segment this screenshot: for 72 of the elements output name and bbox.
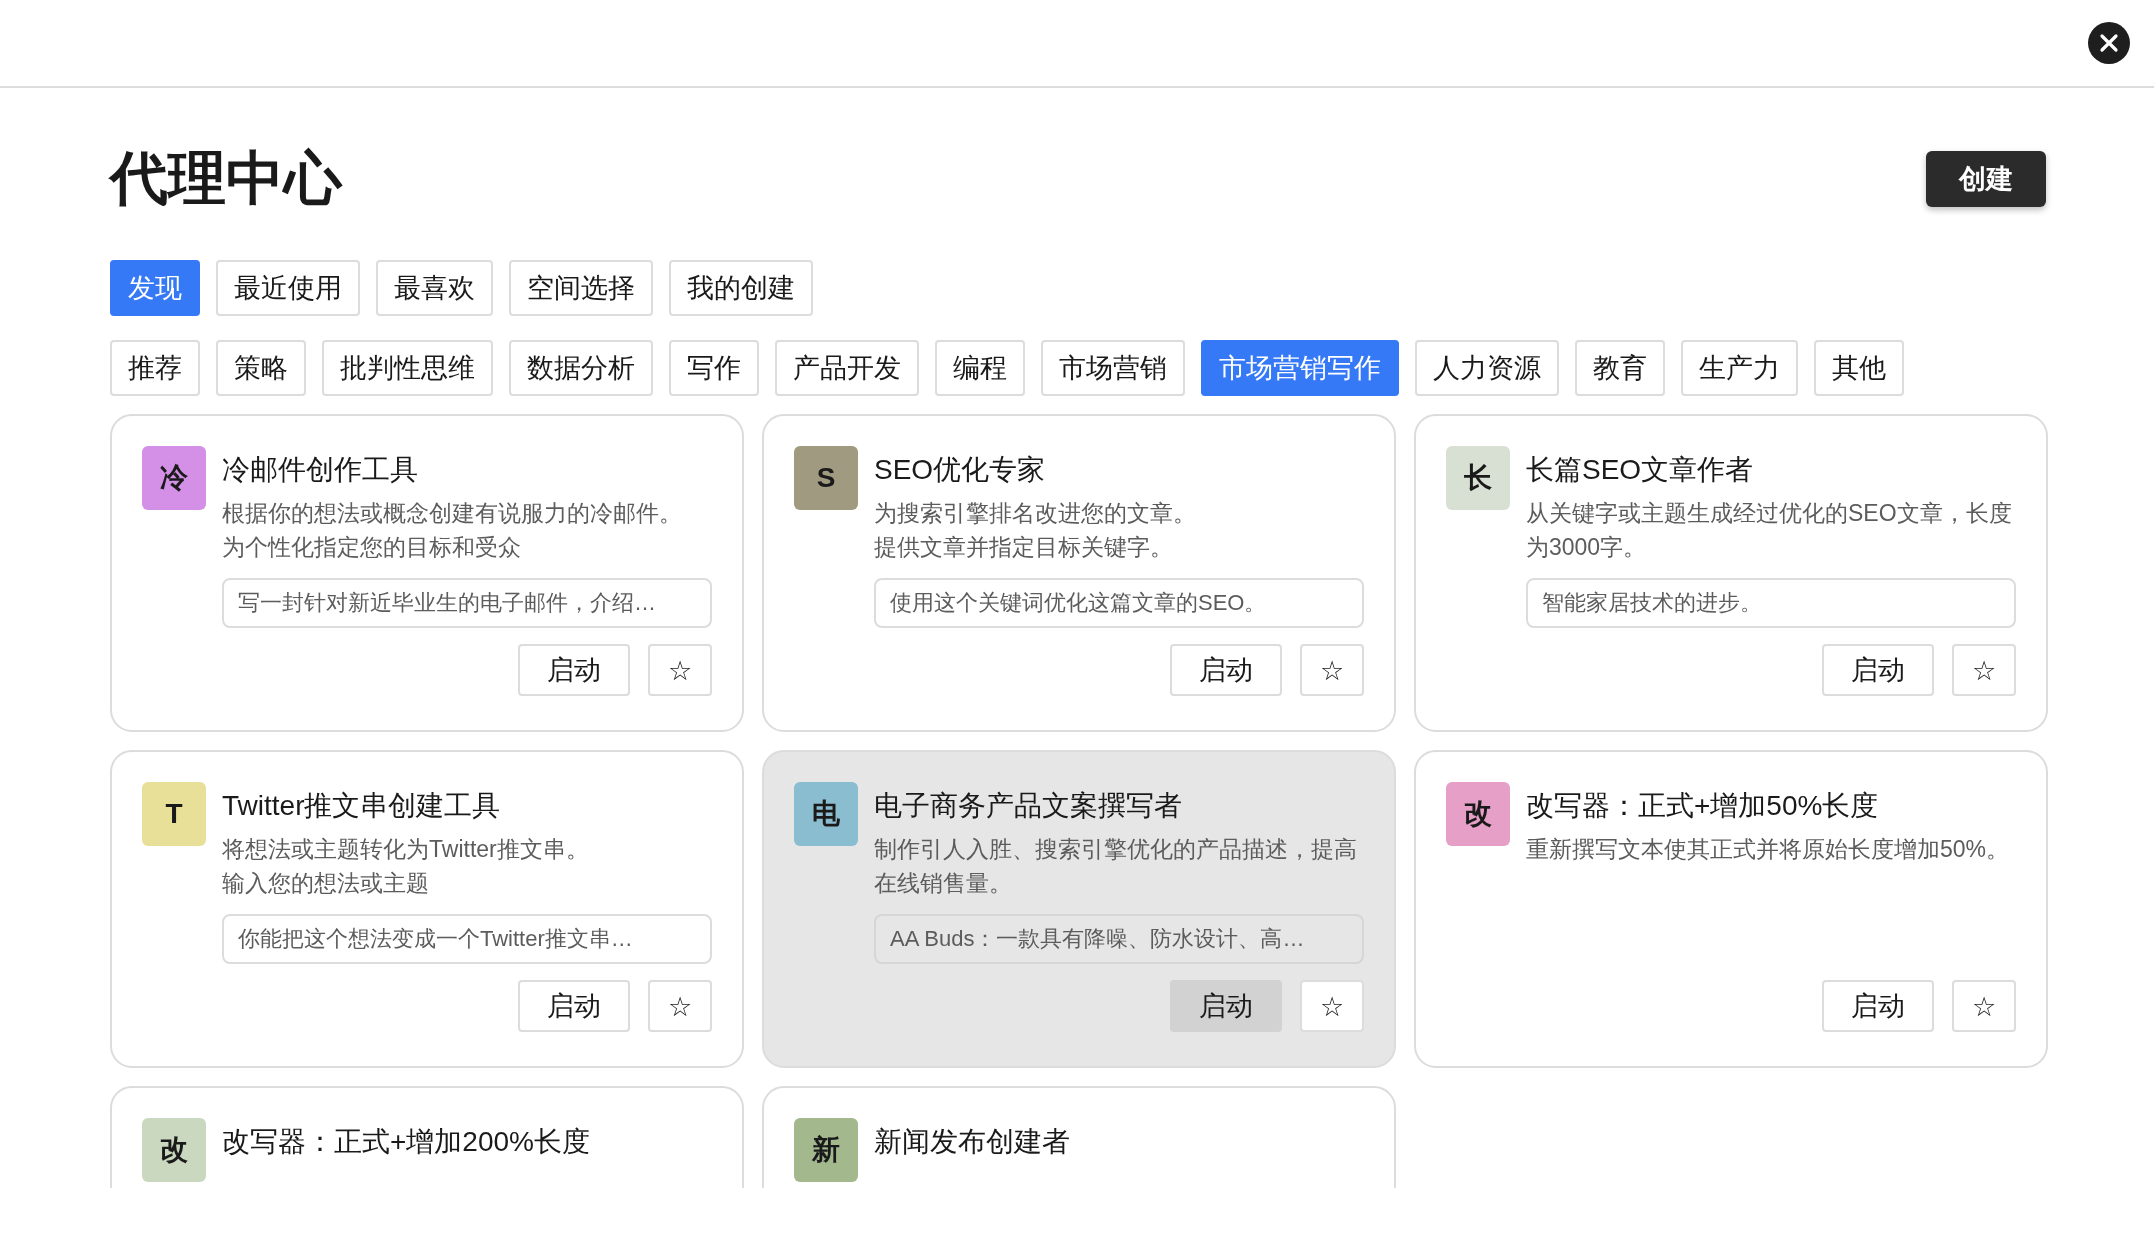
start-button[interactable]: 启动	[1170, 980, 1282, 1032]
agent-avatar: 改	[142, 1118, 206, 1182]
agent-title: SEO优化专家	[874, 453, 1047, 487]
agent-title: 电子商务产品文案撰写者	[874, 789, 1183, 823]
agent-description: 提供文章并指定目标关键字。	[874, 533, 1174, 562]
agent-title: 改写器：正式+增加200%长度	[222, 1125, 591, 1159]
agent-avatar: 电	[794, 782, 858, 846]
category-tab[interactable]: 生产力	[1681, 340, 1798, 396]
agent-title: 长篇SEO文章作者	[1526, 453, 1755, 487]
agent-avatar: 长	[1446, 446, 1510, 510]
category-tab[interactable]: 策略	[216, 340, 306, 396]
agent-description: 将想法或主题转化为Twitter推文串。	[222, 835, 590, 864]
agent-card[interactable]: 冷 冷邮件创作工具 根据你的想法或概念创建有说服力的冷邮件。 为个性化指定您的目标和受众 写一封针对新近毕业生的电子邮件，介绍… 启动 ☆	[110, 414, 744, 732]
agent-title: 改写器：正式+增加50%长度	[1526, 789, 1880, 823]
agent-description: 制作引人入胜、搜索引擎优化的产品描述，提高在线销售量。	[874, 835, 1358, 898]
agent-description: 为个性化指定您的目标和受众	[222, 533, 522, 562]
start-button[interactable]: 启动	[518, 980, 630, 1032]
close-icon	[2099, 33, 2119, 53]
nav-tab[interactable]: 我的创建	[669, 260, 813, 316]
agent-avatar: 冷	[142, 446, 206, 510]
category-tab[interactable]: 批判性思维	[322, 340, 493, 396]
start-button[interactable]: 启动	[1822, 644, 1934, 696]
agent-description: 重新撰写文本使其正式并将原始长度增加50%。	[1526, 835, 2011, 864]
category-tab[interactable]: 其他	[1814, 340, 1904, 396]
agent-avatar: 新	[794, 1118, 858, 1182]
category-tab[interactable]: 数据分析	[509, 340, 653, 396]
close-button[interactable]	[2088, 22, 2130, 64]
agent-description: 输入您的想法或主题	[222, 869, 430, 898]
prompt-input-field[interactable]: 智能家居技术的进步。	[1526, 578, 2016, 628]
favorite-button[interactable]: ☆	[1300, 644, 1364, 696]
favorite-button[interactable]: ☆	[648, 980, 712, 1032]
start-button[interactable]: 启动	[1170, 644, 1282, 696]
agent-title: 新闻发布创建者	[874, 1125, 1071, 1159]
agent-card[interactable]: T Twitter推文串创建工具 将想法或主题转化为Twitter推文串。 输入您的想法或主题 你能把这个想法变成一个Twitter推文串… 启动 ☆	[110, 750, 744, 1068]
start-button[interactable]: 启动	[518, 644, 630, 696]
agent-avatar: T	[142, 782, 206, 846]
nav-tab[interactable]: 最近使用	[216, 260, 360, 316]
prompt-input-field[interactable]: 写一封针对新近毕业生的电子邮件，介绍…	[222, 578, 712, 628]
favorite-button[interactable]: ☆	[1300, 980, 1364, 1032]
page-title: 代理中心	[110, 144, 342, 212]
agent-title: Twitter推文串创建工具	[222, 789, 502, 823]
agent-description: 根据你的想法或概念创建有说服力的冷邮件。	[222, 499, 683, 528]
nav-tab[interactable]: 空间选择	[509, 260, 653, 316]
nav-tab[interactable]: 最喜欢	[376, 260, 493, 316]
category-tab[interactable]: 市场营销写作	[1201, 340, 1399, 396]
favorite-button[interactable]: ☆	[1952, 980, 2016, 1032]
agent-card[interactable]: 改 改写器：正式+增加50%长度 重新撰写文本使其正式并将原始长度增加50%。 启动 ☆	[1414, 750, 2048, 1068]
agent-description: 为搜索引擎排名改进您的文章。	[874, 499, 1197, 528]
category-tab[interactable]: 推荐	[110, 340, 200, 396]
create-button[interactable]: 创建	[1926, 151, 2046, 207]
prompt-input-field[interactable]: AA Buds：一款具有降噪、防水设计、高…	[874, 914, 1364, 964]
agent-card[interactable]: 新 新闻发布创建者	[762, 1086, 1396, 1188]
agent-avatar: S	[794, 446, 858, 510]
prompt-input-field[interactable]: 使用这个关键词优化这篇文章的SEO。	[874, 578, 1364, 628]
agent-avatar: 改	[1446, 782, 1510, 846]
prompt-input-field[interactable]: 你能把这个想法变成一个Twitter推文串…	[222, 914, 712, 964]
favorite-button[interactable]: ☆	[1952, 644, 2016, 696]
agent-card[interactable]: S SEO优化专家 为搜索引擎排名改进您的文章。 提供文章并指定目标关键字。 使用这个关键词优化这篇文章的SEO。 启动 ☆	[762, 414, 1396, 732]
category-tab[interactable]: 市场营销	[1041, 340, 1185, 396]
agent-description: 从关键字或主题生成经过优化的SEO文章，长度为3000字。	[1526, 499, 2013, 562]
agent-card[interactable]: 电 电子商务产品文案撰写者 制作引人入胜、搜索引擎优化的产品描述，提高在线销售量。 AA Buds：一款具有降噪、防水设计、高… 启动 ☆	[762, 750, 1396, 1068]
agent-title: 冷邮件创作工具	[222, 453, 419, 487]
agent-card[interactable]: 改 改写器：正式+增加200%长度	[110, 1086, 744, 1188]
category-tab[interactable]: 产品开发	[775, 340, 919, 396]
category-tab[interactable]: 写作	[669, 340, 759, 396]
agent-card[interactable]: 长 长篇SEO文章作者 从关键字或主题生成经过优化的SEO文章，长度为3000字。 智能家居技术的进步。 启动 ☆	[1414, 414, 2048, 732]
favorite-button[interactable]: ☆	[648, 644, 712, 696]
category-tab[interactable]: 编程	[935, 340, 1025, 396]
category-tab[interactable]: 教育	[1575, 340, 1665, 396]
nav-tab[interactable]: 发现	[110, 260, 200, 316]
category-tab[interactable]: 人力资源	[1415, 340, 1559, 396]
start-button[interactable]: 启动	[1822, 980, 1934, 1032]
